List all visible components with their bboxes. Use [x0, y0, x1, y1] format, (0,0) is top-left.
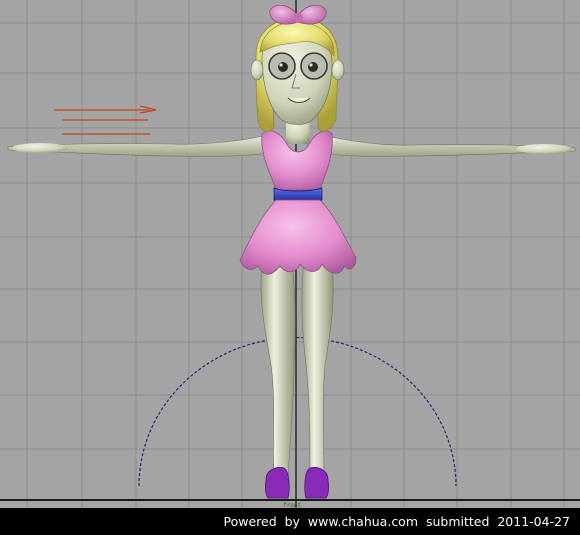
left-hand[interactable] — [12, 143, 68, 153]
control-arc[interactable] — [138, 336, 457, 487]
modeling-viewport[interactable]: front — [0, 0, 580, 508]
right-shoe[interactable] — [304, 467, 329, 499]
right-ear[interactable] — [331, 59, 345, 81]
footer-credit: Powered by www.chahua.com submitted 2011… — [223, 514, 570, 529]
footer-bar: Powered by www.chahua.com submitted 2011… — [0, 508, 580, 535]
left-ear[interactable] — [250, 59, 264, 81]
left-shoe[interactable] — [265, 467, 290, 499]
viewport-canvas[interactable]: front — [0, 0, 580, 508]
left-leg[interactable] — [260, 261, 296, 479]
character-model[interactable] — [7, 4, 576, 499]
direction-arrows[interactable] — [54, 105, 157, 135]
hair-bow[interactable] — [269, 4, 327, 25]
right-leg[interactable] — [301, 261, 334, 479]
dress-skirt[interactable] — [239, 199, 357, 275]
right-hand[interactable] — [516, 144, 572, 154]
